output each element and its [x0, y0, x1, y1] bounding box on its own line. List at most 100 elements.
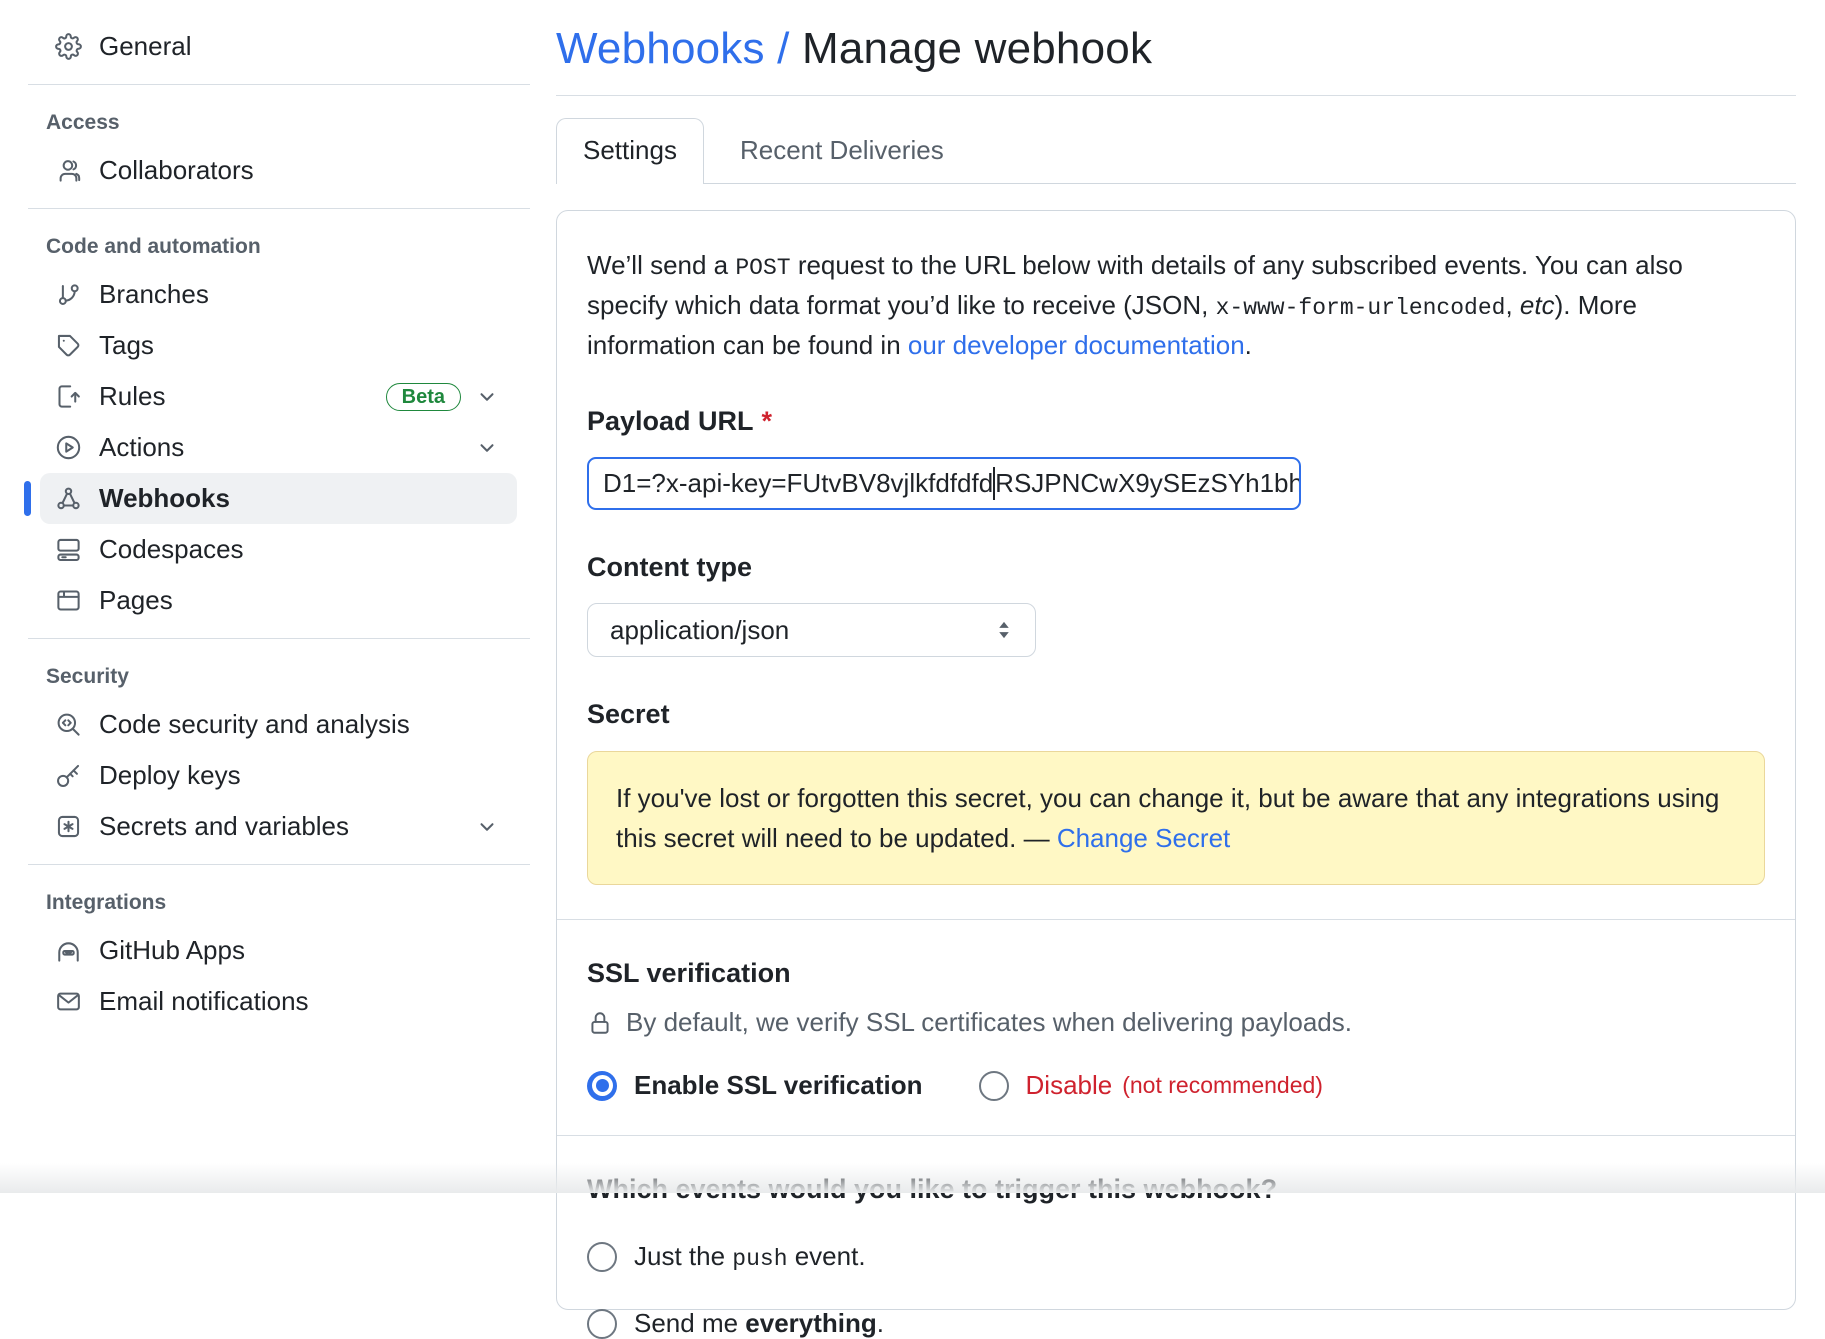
tabnav: SettingsRecent Deliveries [556, 118, 1796, 184]
content-type-select[interactable]: application/json [587, 603, 1036, 657]
payload-url-input[interactable]: D1=?x-api-key=FUtvBV8vjlkfdfdfd RSJPNCwX… [587, 457, 1301, 510]
sidebar-item-label: Actions [99, 432, 184, 463]
em-text: etc [1520, 290, 1555, 320]
event-option-0: Just the push event. [587, 1241, 1765, 1272]
sidebar-item-codespaces[interactable]: Codespaces [40, 524, 517, 575]
sidebar-item-label: Webhooks [99, 483, 230, 514]
event-options: Just the push event. Send me everything. [587, 1241, 1765, 1339]
webhook-settings-card: We’ll send a POST request to the URL bel… [556, 210, 1796, 1310]
mail-icon [55, 988, 82, 1015]
rules-icon [55, 383, 82, 410]
key-icon [55, 762, 82, 789]
sidebar-item-label: Rules [99, 381, 165, 412]
sidebar-item-label: Code security and analysis [99, 709, 410, 740]
content-type-value: application/json [610, 615, 789, 646]
sidebar-section-integrations: Integrations [46, 891, 530, 915]
ssl-description-line: By default, we verify SSL certificates w… [587, 1007, 1765, 1038]
people-icon [55, 157, 82, 184]
sidebar-item-label: GitHub Apps [99, 935, 245, 966]
payload-url-label: Payload URL* [587, 406, 1765, 437]
sidebar-divider [28, 864, 530, 865]
sidebar-item-email-notifications[interactable]: Email notifications [40, 976, 517, 1027]
sidebar-item-rules[interactable]: Rules Beta [40, 371, 517, 422]
webhook-icon [55, 485, 82, 512]
disable-ssl-radio[interactable] [979, 1071, 1009, 1101]
ssl-description: By default, we verify SSL certificates w… [626, 1007, 1352, 1038]
codespaces-icon [55, 536, 82, 563]
sidebar-section-security: Security [46, 665, 530, 689]
hubot-icon [55, 937, 82, 964]
disable-ssl-note: (not recommended) [1122, 1072, 1323, 1099]
sidebar-item-deploy-keys[interactable]: Deploy keys [40, 750, 517, 801]
browser-icon [55, 587, 82, 614]
sidebar-item-label: Pages [99, 585, 173, 616]
sidebar-item-code-security-and-analysis[interactable]: Code security and analysis [40, 699, 517, 750]
sidebar-item-label: General [99, 31, 192, 62]
event-option-radio-1[interactable] [587, 1309, 617, 1339]
lock-icon [587, 1010, 613, 1036]
event-option-radio-0[interactable] [587, 1242, 617, 1272]
event-option-label: Just the push event. [634, 1241, 866, 1272]
required-asterisk: * [762, 406, 773, 436]
code-text: push [732, 1246, 787, 1272]
chevron-down-icon[interactable] [476, 816, 498, 838]
sidebar-item-secrets-and-variables[interactable]: Secrets and variables [40, 801, 517, 852]
event-option-label: Send me everything. [634, 1308, 884, 1339]
codescan-icon [55, 711, 82, 738]
sidebar-divider [28, 638, 530, 639]
sidebar-item-label: Deploy keys [99, 760, 241, 791]
tab-settings[interactable]: Settings [556, 118, 704, 184]
sidebar-item-label: Collaborators [99, 155, 254, 186]
play-icon [55, 434, 82, 461]
developer-documentation-link[interactable]: our developer documentation [908, 330, 1245, 360]
sidebar-item-label: Email notifications [99, 986, 309, 1017]
code-text: POST [735, 255, 790, 281]
section-divider [557, 1135, 1795, 1136]
ssl-verification-heading: SSL verification [587, 958, 1765, 989]
sidebar-item-label: Tags [99, 330, 154, 361]
chevron-down-icon[interactable] [476, 386, 498, 408]
event-option-1: Send me everything. [587, 1308, 1765, 1339]
sidebar-divider [28, 84, 530, 85]
payload-url-value-before-cursor: D1=?x-api-key=FUtvBV8vjlkfdfdfd [603, 468, 993, 499]
tag-icon [55, 332, 82, 359]
enable-ssl-radio[interactable] [587, 1071, 617, 1101]
chevron-down-icon[interactable] [476, 437, 498, 459]
content-type-label: Content type [587, 552, 1765, 583]
sidebar-item-webhooks[interactable]: Webhooks [40, 473, 517, 524]
disable-ssl-label: Disable [1026, 1070, 1113, 1101]
change-secret-link[interactable]: Change Secret [1057, 823, 1230, 853]
settings-sidebar: General Access Collaborators Code and autom… [0, 0, 530, 1027]
sidebar-divider [28, 208, 530, 209]
sidebar-item-branches[interactable]: Branches [40, 269, 517, 320]
sidebar-item-label: Secrets and variables [99, 811, 349, 842]
beta-badge: Beta [386, 383, 461, 411]
sidebar-item-collaborators[interactable]: Collaborators [40, 145, 517, 196]
sidebar-item-actions[interactable]: Actions [40, 422, 517, 473]
webhook-settings-main: Webhooks / Manage webhook SettingsRecent… [556, 0, 1796, 1310]
bold-text: everything [745, 1308, 877, 1338]
breadcrumb-webhooks-link[interactable]: Webhooks / [556, 24, 790, 73]
sidebar-item-pages[interactable]: Pages [40, 575, 517, 626]
sidebar-item-tags[interactable]: Tags [40, 320, 517, 371]
intro-text: We’ll send a POST request to the URL bel… [587, 247, 1762, 364]
code-text: x-www-form-urlencoded [1216, 295, 1506, 321]
page-title: Webhooks / Manage webhook [556, 24, 1796, 74]
enable-ssl-label: Enable SSL verification [634, 1070, 923, 1101]
sidebar-section-code-and-automation: Code and automation [46, 235, 530, 259]
gear-icon [55, 33, 82, 60]
git-branch-icon [55, 281, 82, 308]
events-heading: Which events would you like to trigger t… [587, 1174, 1765, 1205]
secret-label: Secret [587, 699, 1765, 730]
payload-url-value-after-cursor: RSJPNCwX9ySEzSYh1bhaHXc [995, 468, 1301, 499]
secret-icon [55, 813, 82, 840]
sidebar-section-access: Access [46, 111, 530, 135]
tab-recent-deliveries[interactable]: Recent Deliveries [714, 119, 970, 183]
sidebar-item-general[interactable]: General [40, 21, 517, 72]
ssl-radio-group: Enable SSL verification Disable (not rec… [587, 1070, 1765, 1101]
secret-warning-box: If you've lost or forgotten this secret,… [587, 751, 1765, 885]
header-divider [556, 95, 1796, 96]
sidebar-item-label: Branches [99, 279, 209, 310]
sidebar-item-github-apps[interactable]: GitHub Apps [40, 925, 517, 976]
sidebar-item-label: Codespaces [99, 534, 244, 565]
